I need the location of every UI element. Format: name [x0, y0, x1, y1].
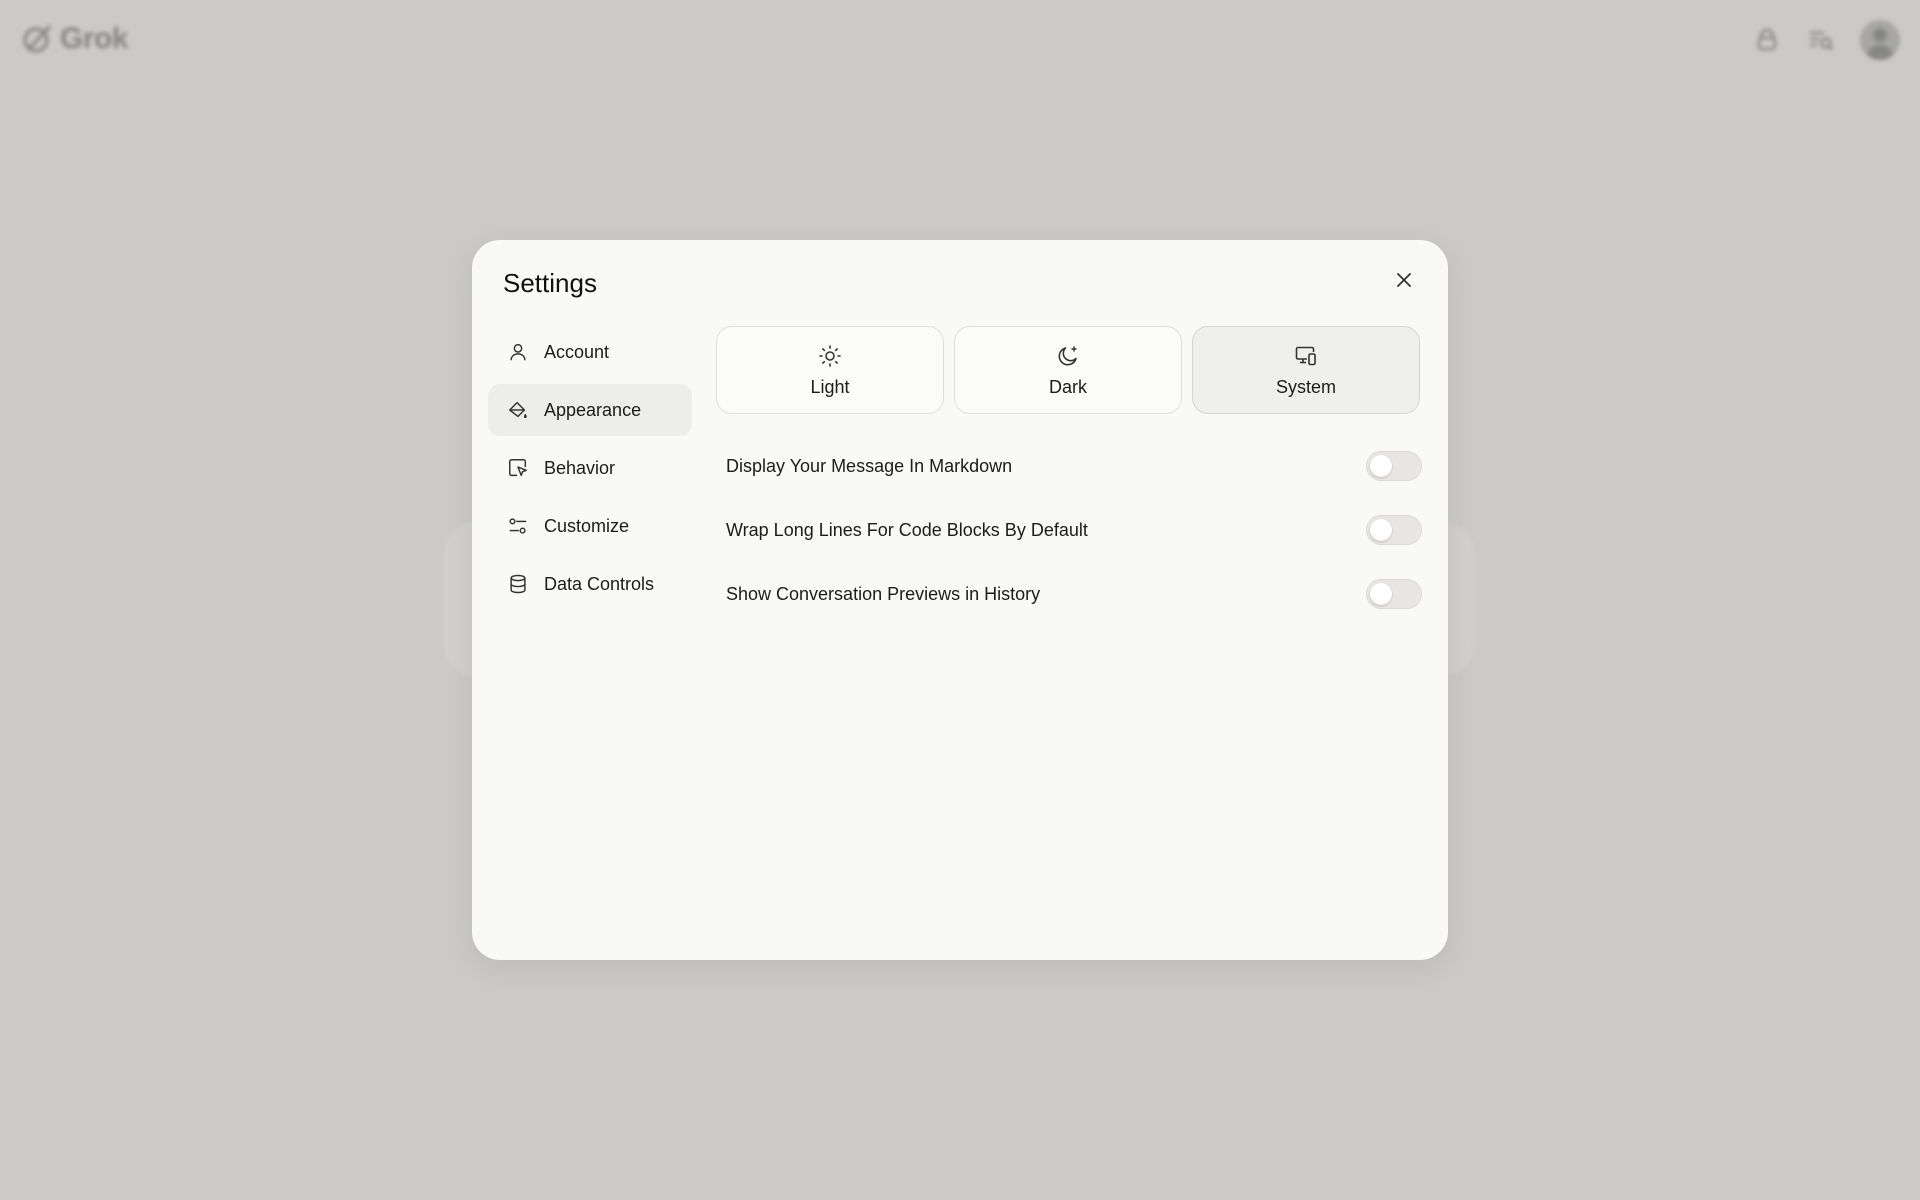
sidebar-item-label: Appearance: [544, 399, 642, 420]
paint-bucket-icon: [506, 398, 530, 422]
theme-selector: Light Dark System: [716, 326, 1430, 414]
theme-label: Light: [810, 376, 850, 397]
history-search-icon: [1806, 25, 1836, 55]
app-name: Grok: [60, 22, 129, 55]
sidebar-item-label: Account: [544, 341, 610, 362]
toggle-list: Display Your Message In Markdown Wrap Lo…: [716, 434, 1430, 626]
theme-label: System: [1275, 376, 1336, 397]
toggle-knob: [1370, 583, 1392, 605]
theme-system-button[interactable]: System: [1192, 326, 1420, 414]
modal-title: Settings: [503, 268, 597, 298]
sidebar-item-appearance[interactable]: Appearance: [488, 384, 692, 436]
markdown-toggle[interactable]: [1366, 451, 1422, 481]
sidebar-item-label: Behavior: [544, 457, 616, 478]
sliders-icon: [506, 514, 530, 538]
private-chat-icon: [1752, 25, 1782, 55]
monitor-phone-icon: [1293, 343, 1319, 369]
database-icon: [506, 572, 530, 596]
wrap-lines-toggle[interactable]: [1366, 515, 1422, 545]
theme-label: Dark: [1048, 376, 1087, 397]
toggle-knob: [1370, 519, 1392, 541]
app-logo: Grok: [20, 22, 129, 56]
avatar: [1860, 20, 1900, 60]
appearance-panel: Light Dark System Display Your Message I…: [716, 326, 1430, 626]
conversation-previews-toggle[interactable]: [1366, 579, 1422, 609]
toggle-label: Show Conversation Previews in History: [726, 583, 1041, 604]
user-icon: [506, 340, 530, 364]
sidebar-item-customize[interactable]: Customize: [488, 500, 692, 552]
toggle-row-markdown: Display Your Message In Markdown: [716, 434, 1430, 498]
settings-sidebar: Account Appearance Behavior Customize Da…: [488, 326, 692, 616]
sidebar-item-account[interactable]: Account: [488, 326, 692, 378]
sidebar-item-label: Customize: [544, 515, 630, 536]
cursor-window-icon: [506, 456, 530, 480]
toggle-knob: [1370, 455, 1392, 477]
toggle-label: Display Your Message In Markdown: [726, 455, 1013, 476]
settings-modal: Settings Account Appearance Behavior Cus…: [472, 240, 1448, 960]
close-button[interactable]: [1390, 266, 1418, 294]
moon-icon: [1055, 343, 1081, 369]
grok-logo-icon: [23, 24, 52, 53]
close-icon: [1397, 273, 1411, 287]
toggle-row-wrap-lines: Wrap Long Lines For Code Blocks By Defau…: [716, 498, 1430, 562]
sidebar-item-data-controls[interactable]: Data Controls: [488, 558, 692, 610]
sun-icon: [817, 343, 843, 369]
top-right-actions: [1752, 20, 1900, 60]
sidebar-item-behavior[interactable]: Behavior: [488, 442, 692, 494]
sidebar-item-label: Data Controls: [544, 573, 655, 594]
theme-light-button[interactable]: Light: [716, 326, 944, 414]
toggle-label: Wrap Long Lines For Code Blocks By Defau…: [726, 519, 1088, 540]
theme-dark-button[interactable]: Dark: [954, 326, 1182, 414]
toggle-row-previews: Show Conversation Previews in History: [716, 562, 1430, 626]
